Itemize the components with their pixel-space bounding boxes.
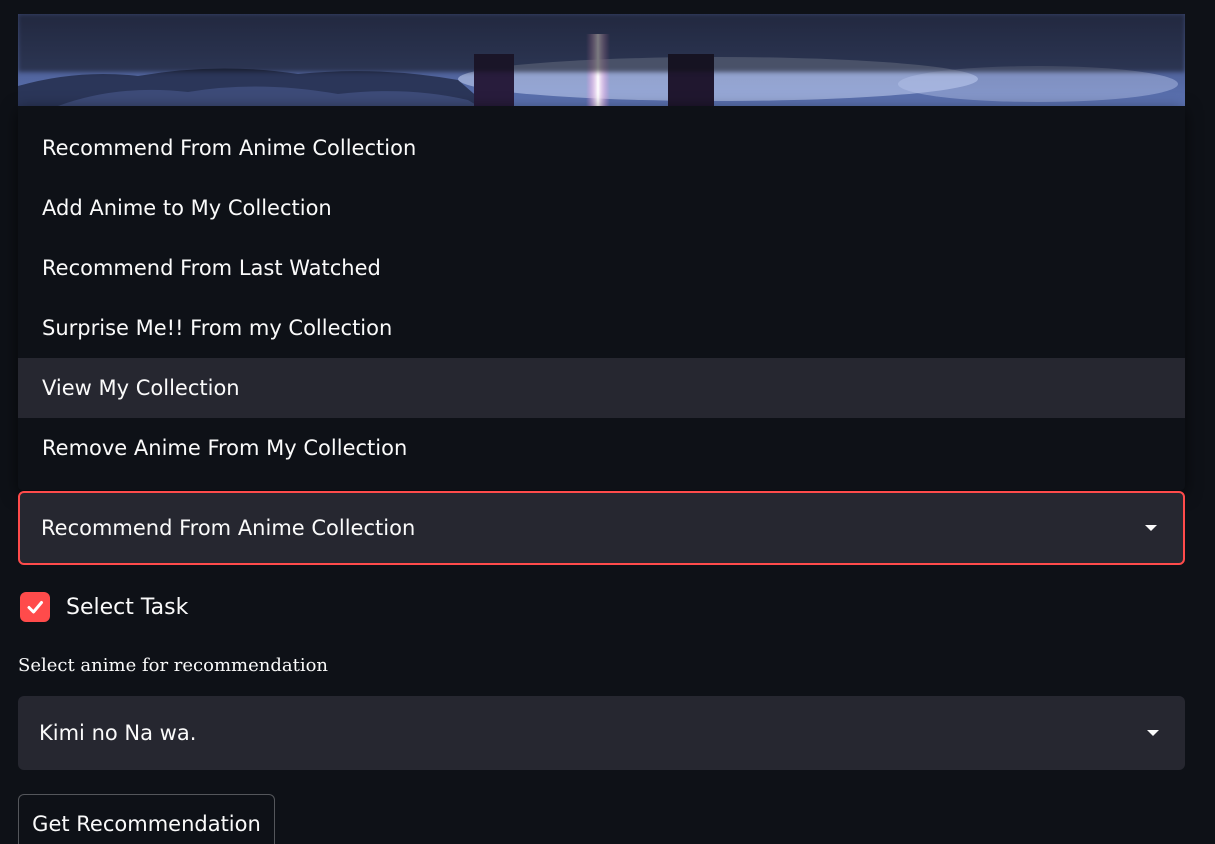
anime-select[interactable]: Kimi no Na wa.	[18, 696, 1185, 770]
menu-item-add-anime[interactable]: Add Anime to My Collection	[18, 178, 1185, 238]
anime-banner-image	[18, 14, 1185, 106]
app-page: Recommend From Anime Collection Add Anim…	[0, 0, 1215, 844]
select-task-checkbox-row[interactable]: Select Task	[20, 590, 188, 624]
select-task-label: Select Task	[66, 594, 189, 620]
chevron-down-icon	[1145, 525, 1157, 531]
task-dropdown-menu[interactable]: Recommend From Anime Collection Add Anim…	[18, 106, 1185, 490]
check-icon	[27, 601, 43, 614]
anime-select-value: Kimi no Na wa.	[39, 721, 197, 745]
task-select[interactable]: Recommend From Anime Collection	[18, 491, 1185, 565]
anime-select-label: Select anime for recommendation	[18, 655, 329, 676]
chevron-down-icon	[1147, 730, 1159, 736]
menu-item-surprise-me[interactable]: Surprise Me!! From my Collection	[18, 298, 1185, 358]
select-task-checkbox[interactable]	[20, 592, 50, 622]
menu-item-recommend-last-watched[interactable]: Recommend From Last Watched	[18, 238, 1185, 298]
menu-item-recommend-from-collection[interactable]: Recommend From Anime Collection	[18, 118, 1185, 178]
menu-item-remove-anime[interactable]: Remove Anime From My Collection	[18, 418, 1185, 478]
task-select-value: Recommend From Anime Collection	[41, 516, 416, 540]
banner-overlay	[18, 14, 1185, 72]
menu-item-view-collection[interactable]: View My Collection	[18, 358, 1185, 418]
get-recommendation-button[interactable]: Get Recommendation	[18, 794, 275, 844]
